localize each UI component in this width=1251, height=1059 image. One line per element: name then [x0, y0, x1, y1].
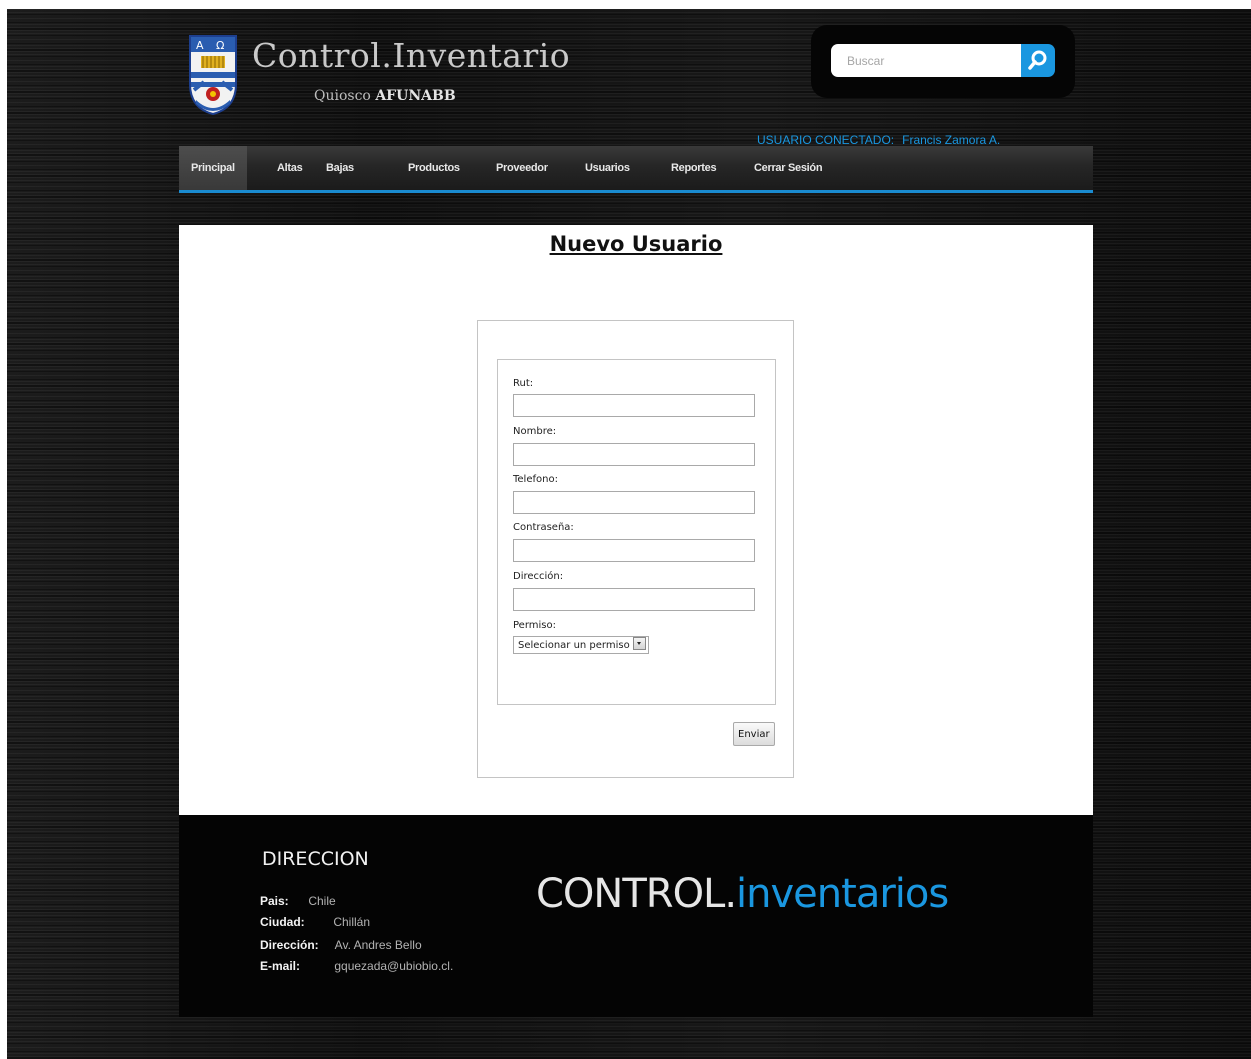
- top-edge: [0, 0, 1251, 9]
- connected-user-label: USUARIO CONECTADO:: [757, 133, 895, 147]
- telefono-field[interactable]: [513, 491, 755, 514]
- footer: DIRECCION Pais: Chile Ciudad: Chillán Di…: [179, 815, 1093, 1017]
- new-user-form: Rut: Nombre: Telefono: Contraseña: Direc…: [477, 320, 794, 778]
- permiso-selected-value: Selecionar un permiso: [518, 640, 630, 651]
- footer-row-ciudad: Ciudad: Chillán: [260, 915, 370, 929]
- footer-heading: DIRECCION: [262, 848, 369, 870]
- page-title: Nuevo Usuario: [549, 232, 723, 256]
- footer-value: gquezada@ubiobio.cl.: [334, 959, 454, 973]
- nav-item-altas[interactable]: Altas: [277, 146, 303, 190]
- nombre-field[interactable]: [513, 443, 755, 466]
- footer-key: Dirección:: [260, 938, 319, 952]
- subtitle-prefix: Quiosco: [314, 88, 371, 104]
- footer-key: Pais:: [260, 894, 289, 908]
- svg-text:Ω: Ω: [216, 39, 224, 52]
- direccion-label: Dirección:: [513, 571, 564, 582]
- footer-key: E-mail:: [260, 959, 301, 973]
- rut-field[interactable]: [513, 394, 755, 417]
- search-input[interactable]: [831, 44, 1021, 77]
- university-shield-logo: A Ω: [188, 34, 238, 116]
- nombre-label: Nombre:: [513, 426, 557, 437]
- permiso-select[interactable]: Selecionar un permiso: [513, 636, 649, 654]
- nav-item-bajas[interactable]: Bajas: [326, 146, 354, 190]
- search-box: [811, 25, 1075, 98]
- footer-brand-logo: CONTROL.inventarios: [536, 871, 949, 917]
- submit-button[interactable]: Enviar: [733, 722, 775, 746]
- svg-text:A: A: [196, 39, 204, 52]
- contrasena-label: Contraseña:: [513, 522, 574, 533]
- search-button[interactable]: [1021, 44, 1055, 77]
- footer-row-direccion: Dirección: Av. Andres Bello: [260, 938, 422, 952]
- site-subtitle: Quiosco AFUNABB: [314, 88, 456, 104]
- brand-part-inventarios: inventarios: [736, 871, 949, 917]
- nav-item-proveedor[interactable]: Proveedor: [496, 146, 548, 190]
- footer-row-pais: Pais: Chile: [260, 894, 336, 908]
- nav-item-cerrar-sesion[interactable]: Cerrar Sesión: [754, 146, 823, 190]
- brand-part-control: CONTROL.: [536, 871, 737, 917]
- contrasena-field[interactable]: [513, 539, 755, 562]
- footer-value: Chillán: [333, 915, 371, 929]
- chevron-down-icon: [632, 637, 646, 650]
- connected-user-name: Francis Zamora A.: [902, 133, 1001, 147]
- direccion-field[interactable]: [513, 588, 755, 611]
- main-navigation: Principal Altas Bajas Productos Proveedo…: [179, 146, 1093, 193]
- footer-row-email: E-mail: gquezada@ubiobio.cl.: [260, 959, 453, 973]
- footer-value: Av. Andres Bello: [334, 938, 422, 952]
- main-content: Nuevo Usuario Rut: Nombre: Telefono: Con…: [179, 225, 1093, 815]
- rut-label: Rut:: [513, 378, 534, 389]
- nav-item-productos[interactable]: Productos: [408, 146, 460, 190]
- form-fieldset: Rut: Nombre: Telefono: Contraseña: Direc…: [497, 359, 776, 705]
- telefono-label: Telefono:: [513, 474, 558, 485]
- footer-value: Chile: [308, 894, 336, 908]
- subtitle-strong: AFUNABB: [375, 88, 456, 104]
- left-edge: [0, 0, 7, 1059]
- connected-user: USUARIO CONECTADO: Francis Zamora A.: [757, 133, 1000, 147]
- nav-item-usuarios[interactable]: Usuarios: [585, 146, 630, 190]
- nav-item-principal[interactable]: Principal: [179, 146, 247, 190]
- permiso-label: Permiso:: [513, 620, 556, 631]
- footer-key: Ciudad:: [260, 915, 305, 929]
- site-title: Control.Inventario: [252, 36, 571, 75]
- nav-item-reportes[interactable]: Reportes: [671, 146, 717, 190]
